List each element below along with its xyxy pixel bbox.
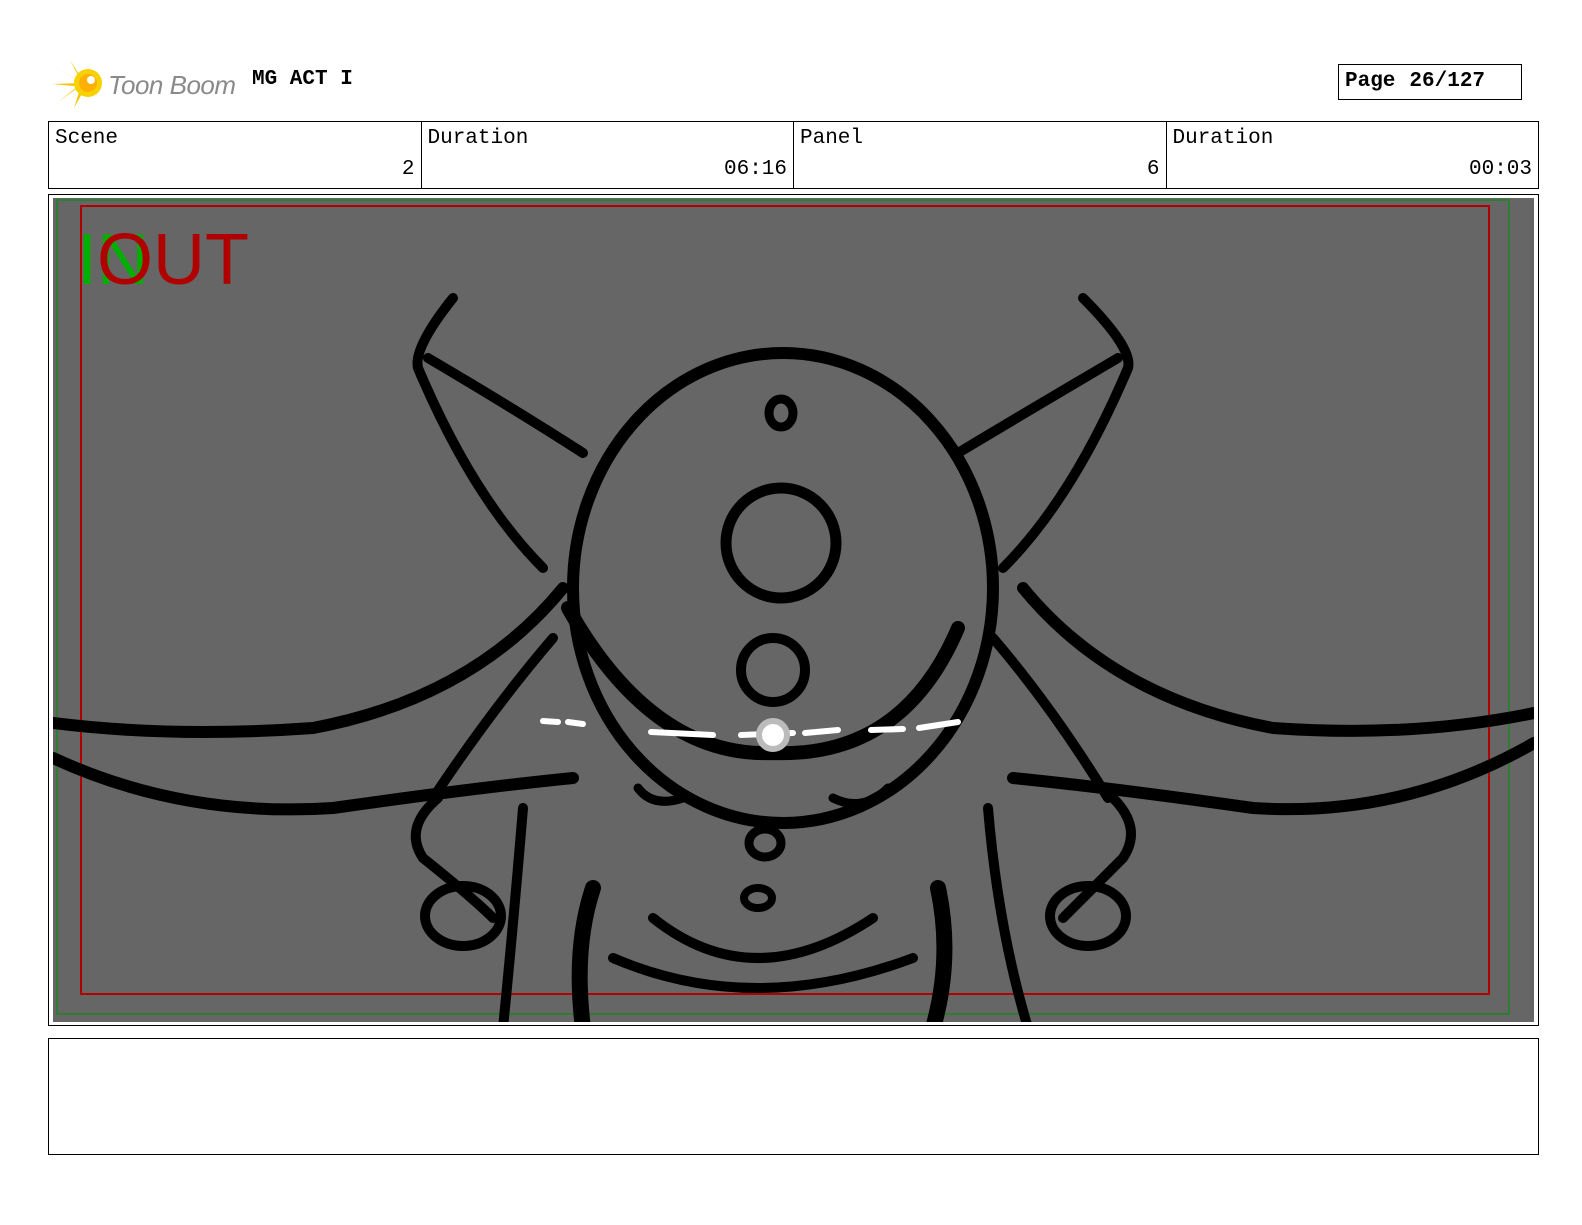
panel-cell: Panel 6 xyxy=(794,122,1167,188)
scene-label: Scene xyxy=(55,127,119,150)
panel-duration-value: 00:03 xyxy=(1468,158,1532,181)
scene-duration-label: Duration xyxy=(427,127,529,150)
scene-cell: Scene 2 xyxy=(49,122,422,188)
page-indicator: Page 26/127 xyxy=(1338,64,1522,100)
page-label: Page xyxy=(1345,70,1396,93)
toon-boom-logo: Toon Boom xyxy=(52,58,242,108)
character-sketch xyxy=(53,199,1534,1022)
camera-frame xyxy=(56,199,1510,1015)
scene-info-table: Scene 2 Duration 06:16 Panel 6 Duration … xyxy=(48,121,1539,189)
project-title: MG ACT I xyxy=(252,68,353,91)
logo-text: Toon Boom xyxy=(108,70,236,100)
pivot-handle[interactable] xyxy=(756,718,790,752)
panel-value: 6 xyxy=(1146,158,1160,181)
panel-label: Panel xyxy=(800,127,864,150)
scene-duration-cell: Duration 06:16 xyxy=(422,122,794,188)
sunburst-icon xyxy=(52,60,102,108)
out-label: OUT xyxy=(97,220,249,300)
panel-duration-label: Duration xyxy=(1172,127,1274,150)
page-number: 26/127 xyxy=(1409,70,1486,93)
panel-notes[interactable] xyxy=(48,1038,1539,1155)
scene-value: 2 xyxy=(401,158,415,181)
character-lines xyxy=(53,293,1534,1022)
storyboard-panel: IN OUT xyxy=(48,194,1539,1026)
page-header: Toon Boom MG ACT I Page 26/127 xyxy=(48,52,1538,112)
panel-duration-cell: Duration 00:03 xyxy=(1167,122,1539,188)
scene-duration-value: 06:16 xyxy=(723,158,787,181)
panel-drawing: IN OUT xyxy=(53,198,1534,1022)
